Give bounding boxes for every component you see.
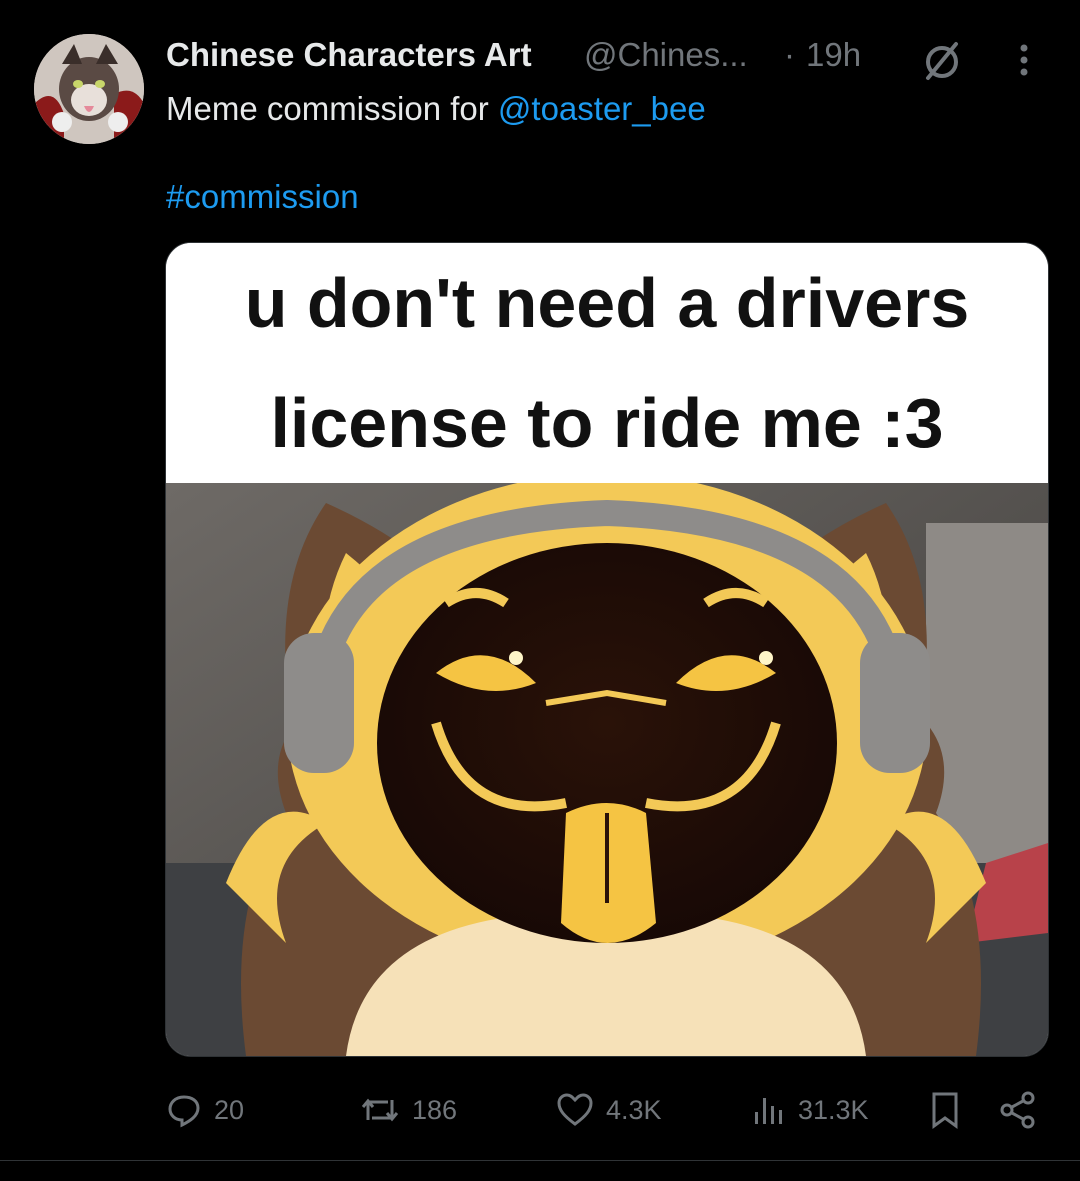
grok-icon[interactable] (920, 38, 964, 82)
avatar[interactable] (34, 34, 144, 144)
reply-icon (168, 1095, 200, 1128)
post-text-prefix: Meme commission for (166, 90, 498, 127)
views-count: 31.3K (798, 1094, 869, 1125)
post-media[interactable]: u don't need a drivers license to ride m… (165, 242, 1049, 1057)
meme-artwork (166, 483, 1048, 1056)
author-name[interactable]: Chinese Characters Art (166, 36, 532, 74)
like-count: 4.3K (606, 1094, 662, 1125)
views-icon (755, 1098, 782, 1124)
mention-link[interactable]: @toaster_bee (498, 90, 706, 127)
post-actions: 20 186 4.3K 31.3K (166, 1088, 1046, 1132)
caption-line-1: u don't need a drivers (244, 264, 970, 342)
more-icon[interactable] (1006, 38, 1042, 82)
caption-line-2: license to ride me :3 (270, 384, 944, 462)
meme-caption: u don't need a drivers license to ride m… (166, 243, 1048, 483)
post-header: Chinese Characters Art @Chines... · 19h (166, 32, 1056, 80)
separator-dot: · (784, 36, 795, 73)
post-text: Meme commission for @toaster_bee (166, 90, 706, 128)
reply-count: 20 (214, 1094, 245, 1125)
share-icon[interactable] (998, 1090, 1038, 1130)
repost-count: 186 (412, 1094, 458, 1125)
like-button[interactable]: 4.3K (556, 1088, 662, 1132)
author-handle[interactable]: @Chines... (584, 36, 748, 74)
repost-button[interactable]: 186 (360, 1088, 457, 1132)
avatar-image (34, 34, 144, 144)
like-icon (557, 1093, 593, 1126)
reply-button[interactable]: 20 (166, 1088, 244, 1132)
timestamp[interactable]: 19h (806, 36, 861, 74)
views-button[interactable]: 31.3K (752, 1088, 869, 1132)
bookmark-icon[interactable] (928, 1090, 962, 1130)
hashtag-link[interactable]: #commission (166, 178, 359, 216)
repost-icon (361, 1098, 399, 1122)
divider (0, 1160, 1080, 1161)
